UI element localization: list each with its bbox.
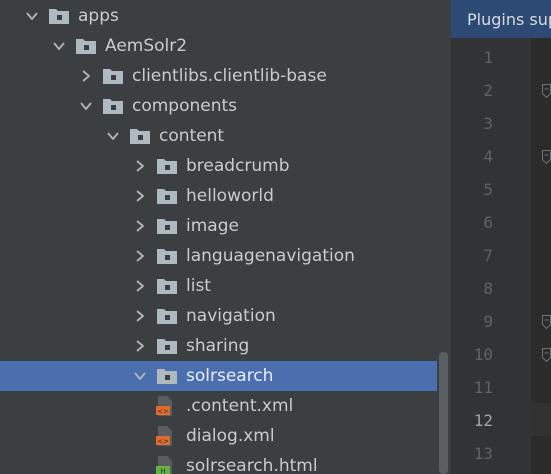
- tree-item-label: languagenavigation: [186, 246, 355, 266]
- tree-row[interactable]: languagenavigation: [0, 241, 451, 271]
- tree-row[interactable]: apps: [0, 1, 451, 31]
- chevron-right-icon[interactable]: [133, 309, 147, 323]
- tree-item-label: image: [186, 216, 239, 236]
- chevron-right-icon[interactable]: [133, 339, 147, 353]
- chevron-right-icon[interactable]: [79, 69, 93, 83]
- chevron-right-icon[interactable]: [133, 279, 147, 293]
- folder-icon: [103, 69, 123, 84]
- tree-item-label: breadcrumb: [186, 156, 290, 176]
- line-number-gutter: 1 2 3 4 5 6 7 8 9 10 11 12 13: [451, 38, 551, 474]
- tree-item-label: apps: [78, 6, 119, 26]
- plugins-banner[interactable]: Plugins supported: [451, 0, 551, 38]
- folder-icon: [103, 99, 123, 114]
- line-number: 11: [473, 378, 493, 397]
- folder-icon: [49, 9, 69, 24]
- folder-icon: [157, 279, 177, 294]
- folder-icon: [157, 249, 177, 264]
- tree-item-label: solrsearch.html: [186, 456, 318, 474]
- tree-row[interactable]: <> dialog.xml: [0, 421, 451, 451]
- folder-icon: [157, 159, 177, 174]
- tree-row[interactable]: clientlibs.clientlib-base: [0, 61, 451, 91]
- line-number: 9: [483, 312, 493, 331]
- line-number: 5: [483, 180, 493, 199]
- tree-item-label: dialog.xml: [186, 426, 275, 446]
- line-number: 2: [483, 81, 493, 100]
- chevron-down-icon[interactable]: [25, 9, 39, 23]
- line-number: 10: [473, 345, 493, 364]
- line-number: 1: [483, 48, 493, 67]
- line-number: 3: [483, 114, 493, 133]
- tree-item-label: .content.xml: [186, 396, 294, 416]
- svg-text:<>: <>: [157, 438, 169, 446]
- line-number: 4: [483, 147, 493, 166]
- tree-row[interactable]: list: [0, 271, 451, 301]
- tree-row[interactable]: content: [0, 121, 451, 151]
- tree-item-label: sharing: [186, 336, 250, 356]
- tree-row[interactable]: image: [0, 211, 451, 241]
- line-number: 6: [483, 213, 493, 232]
- html-file-icon: H: [156, 456, 172, 474]
- folder-icon: [157, 339, 177, 354]
- folder-icon: [157, 219, 177, 234]
- svg-text:H: H: [160, 468, 165, 474]
- fold-marker-icon[interactable]: [542, 150, 551, 164]
- line-number: 8: [483, 279, 493, 298]
- svg-text:<>: <>: [157, 408, 169, 416]
- tree-item-label: AemSolr2: [105, 36, 188, 56]
- tree-item-label: navigation: [186, 306, 276, 326]
- chevron-down-icon[interactable]: [79, 99, 93, 113]
- line-number: 7: [483, 246, 493, 265]
- tree-row-selected[interactable]: solrsearch: [0, 361, 451, 391]
- tree-row[interactable]: components: [0, 91, 451, 121]
- tree-row[interactable]: helloworld: [0, 181, 451, 211]
- chevron-down-icon[interactable]: [52, 39, 66, 53]
- fold-marker-icon[interactable]: [542, 315, 551, 329]
- editor-pane[interactable]: Plugins supported 12345678910111213: [451, 0, 551, 474]
- folder-icon: [157, 309, 177, 324]
- fold-marker-icon[interactable]: [542, 348, 551, 362]
- chevron-right-icon[interactable]: [133, 249, 147, 263]
- tree-row[interactable]: <> .content.xml: [0, 391, 451, 421]
- folder-icon: [76, 39, 96, 54]
- folder-icon: [157, 369, 177, 384]
- chevron-right-icon[interactable]: [133, 159, 147, 173]
- xml-file-icon: <>: [156, 396, 172, 416]
- chevron-right-icon[interactable]: [133, 189, 147, 203]
- tree-item-label: solrsearch: [186, 366, 274, 386]
- tree-row[interactable]: navigation: [0, 301, 451, 331]
- chevron-down-icon[interactable]: [106, 129, 120, 143]
- tree-item-label: content: [159, 126, 225, 146]
- tree-item-label: list: [186, 276, 211, 296]
- tree-item-label: helloworld: [186, 186, 274, 206]
- folder-icon: [130, 129, 150, 144]
- tree-row[interactable]: AemSolr2: [0, 31, 451, 61]
- tree-row[interactable]: sharing: [0, 331, 451, 361]
- tree-item-label: clientlibs.clientlib-base: [132, 66, 327, 86]
- chevron-right-icon[interactable]: [133, 219, 147, 233]
- tree-row[interactable]: Hsolrsearch.html: [0, 451, 451, 474]
- tree-scrollbar-thumb[interactable]: [439, 352, 448, 474]
- fold-marker-icon[interactable]: [542, 84, 551, 98]
- project-tree[interactable]: apps AemSolr2 clientlibs.clientlib-base com…: [0, 0, 451, 474]
- tree-row[interactable]: breadcrumb: [0, 151, 451, 181]
- line-number: 13: [473, 444, 493, 463]
- folder-icon: [157, 189, 177, 204]
- chevron-down-icon[interactable]: [133, 369, 147, 383]
- line-number: 12: [473, 411, 493, 430]
- xml-file-icon: <>: [156, 426, 172, 446]
- tree-item-label: components: [132, 96, 238, 116]
